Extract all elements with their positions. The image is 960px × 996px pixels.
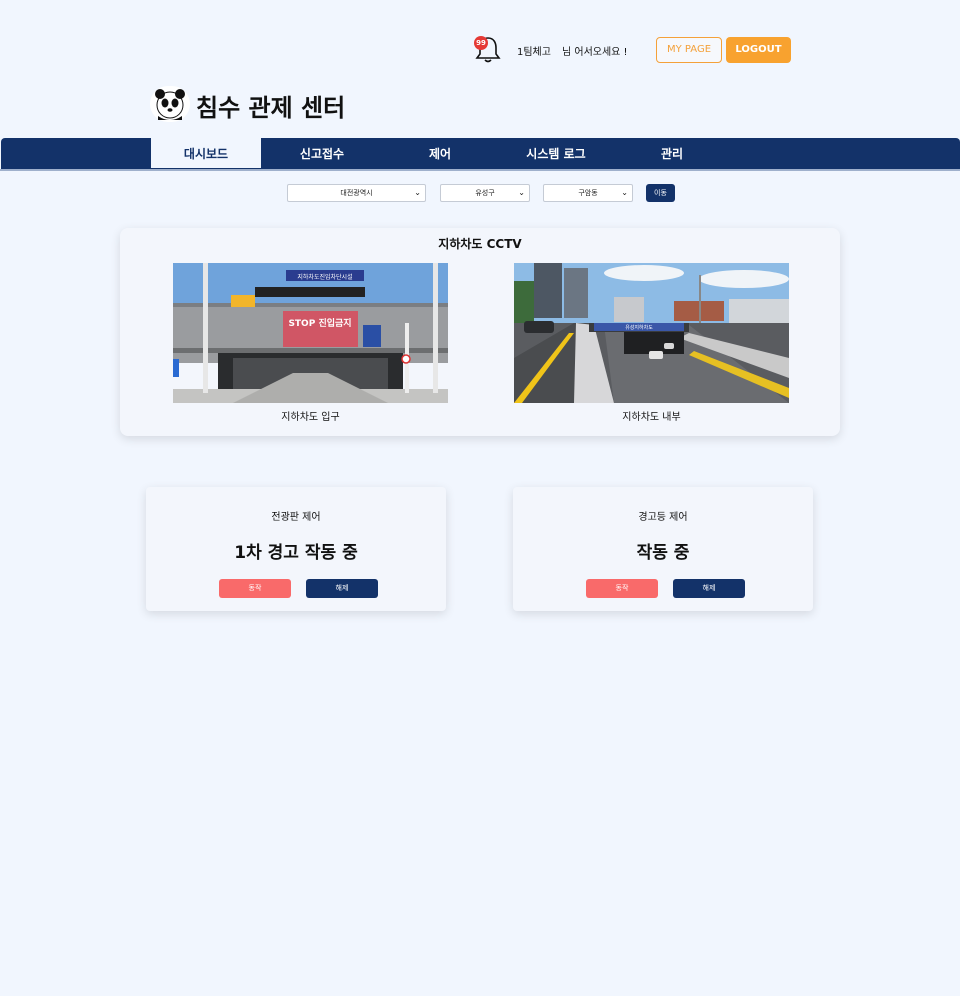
mypage-button[interactable]: MY PAGE: [656, 37, 722, 63]
district-select-value: 유성구: [475, 189, 495, 197]
main-nav: 대시보드 신고접수 제어 시스템 로그 관리: [1, 138, 960, 170]
tab-system-log[interactable]: 시스템 로그: [501, 138, 611, 170]
sign-top-text: 지하차도진입차단시설: [297, 273, 352, 281]
sign-stop-text: STOP 진입금지: [288, 317, 351, 329]
user-greeting: 님 어서오세요 !: [562, 47, 628, 58]
logout-button[interactable]: LOGOUT: [726, 37, 791, 63]
top-user-bar: 99 1팀체고 님 어서오세요 ! MY PAGE LOGOUT: [472, 34, 802, 66]
site-logo[interactable]: 침수 관제 센터: [150, 84, 370, 124]
warning-light-release-button[interactable]: 해제: [673, 579, 745, 598]
signboard-status: 1차 경고 작동 중: [234, 543, 358, 563]
chevron-down-icon: ⌄: [518, 188, 525, 197]
cctv-feed-interior[interactable]: 유성지하차도: [514, 263, 789, 403]
warning-light-control-label: 경고등 제어: [638, 512, 688, 523]
chevron-down-icon: ⌄: [414, 188, 421, 197]
tab-dashboard[interactable]: 대시보드: [151, 138, 261, 170]
cctv-panel: 지하차도 CCTV STOP 진입금지 지하차도진입차단시설 지하차도 입구 유…: [120, 228, 840, 436]
signboard-control-card: 전광판 제어 1차 경고 작동 중 동작 해제: [146, 487, 446, 611]
nav-divider: [0, 169, 960, 171]
city-select-value: 대전광역시: [340, 189, 373, 197]
chevron-down-icon: ⌄: [621, 188, 628, 197]
cctv-caption-entrance: 지하차도 입구: [281, 412, 340, 423]
tunnel-banner-text: 유성지하차도: [625, 324, 653, 331]
signboard-control-label: 전광판 제어: [271, 512, 321, 523]
signboard-release-button[interactable]: 해제: [306, 579, 378, 598]
district-select[interactable]: 유성구 ⌄: [440, 184, 530, 202]
panda-logo-icon: [150, 86, 190, 122]
neighborhood-select-value: 구암동: [578, 189, 598, 197]
move-button[interactable]: 이동: [646, 184, 675, 202]
cctv-title: 지하차도 CCTV: [438, 237, 522, 251]
notification-badge: 99: [474, 36, 488, 50]
page-title: 침수 관제 센터: [196, 94, 346, 122]
tab-control[interactable]: 제어: [385, 138, 495, 170]
warning-light-activate-button[interactable]: 동작: [586, 579, 658, 598]
city-select[interactable]: 대전광역시 ⌄: [287, 184, 426, 202]
tab-report[interactable]: 신고접수: [267, 138, 377, 170]
neighborhood-select[interactable]: 구암동 ⌄: [543, 184, 633, 202]
signboard-activate-button[interactable]: 동작: [219, 579, 291, 598]
tab-admin[interactable]: 관리: [617, 138, 727, 170]
notification-bell[interactable]: 99: [472, 34, 504, 66]
warning-light-control-card: 경고등 제어 작동 중 동작 해제: [513, 487, 813, 611]
user-team-name: 1팀체고: [517, 47, 551, 58]
warning-light-status: 작동 중: [636, 543, 690, 563]
cctv-feed-entrance[interactable]: STOP 진입금지 지하차도진입차단시설: [173, 263, 448, 403]
cctv-caption-interior: 지하차도 내부: [622, 412, 681, 423]
